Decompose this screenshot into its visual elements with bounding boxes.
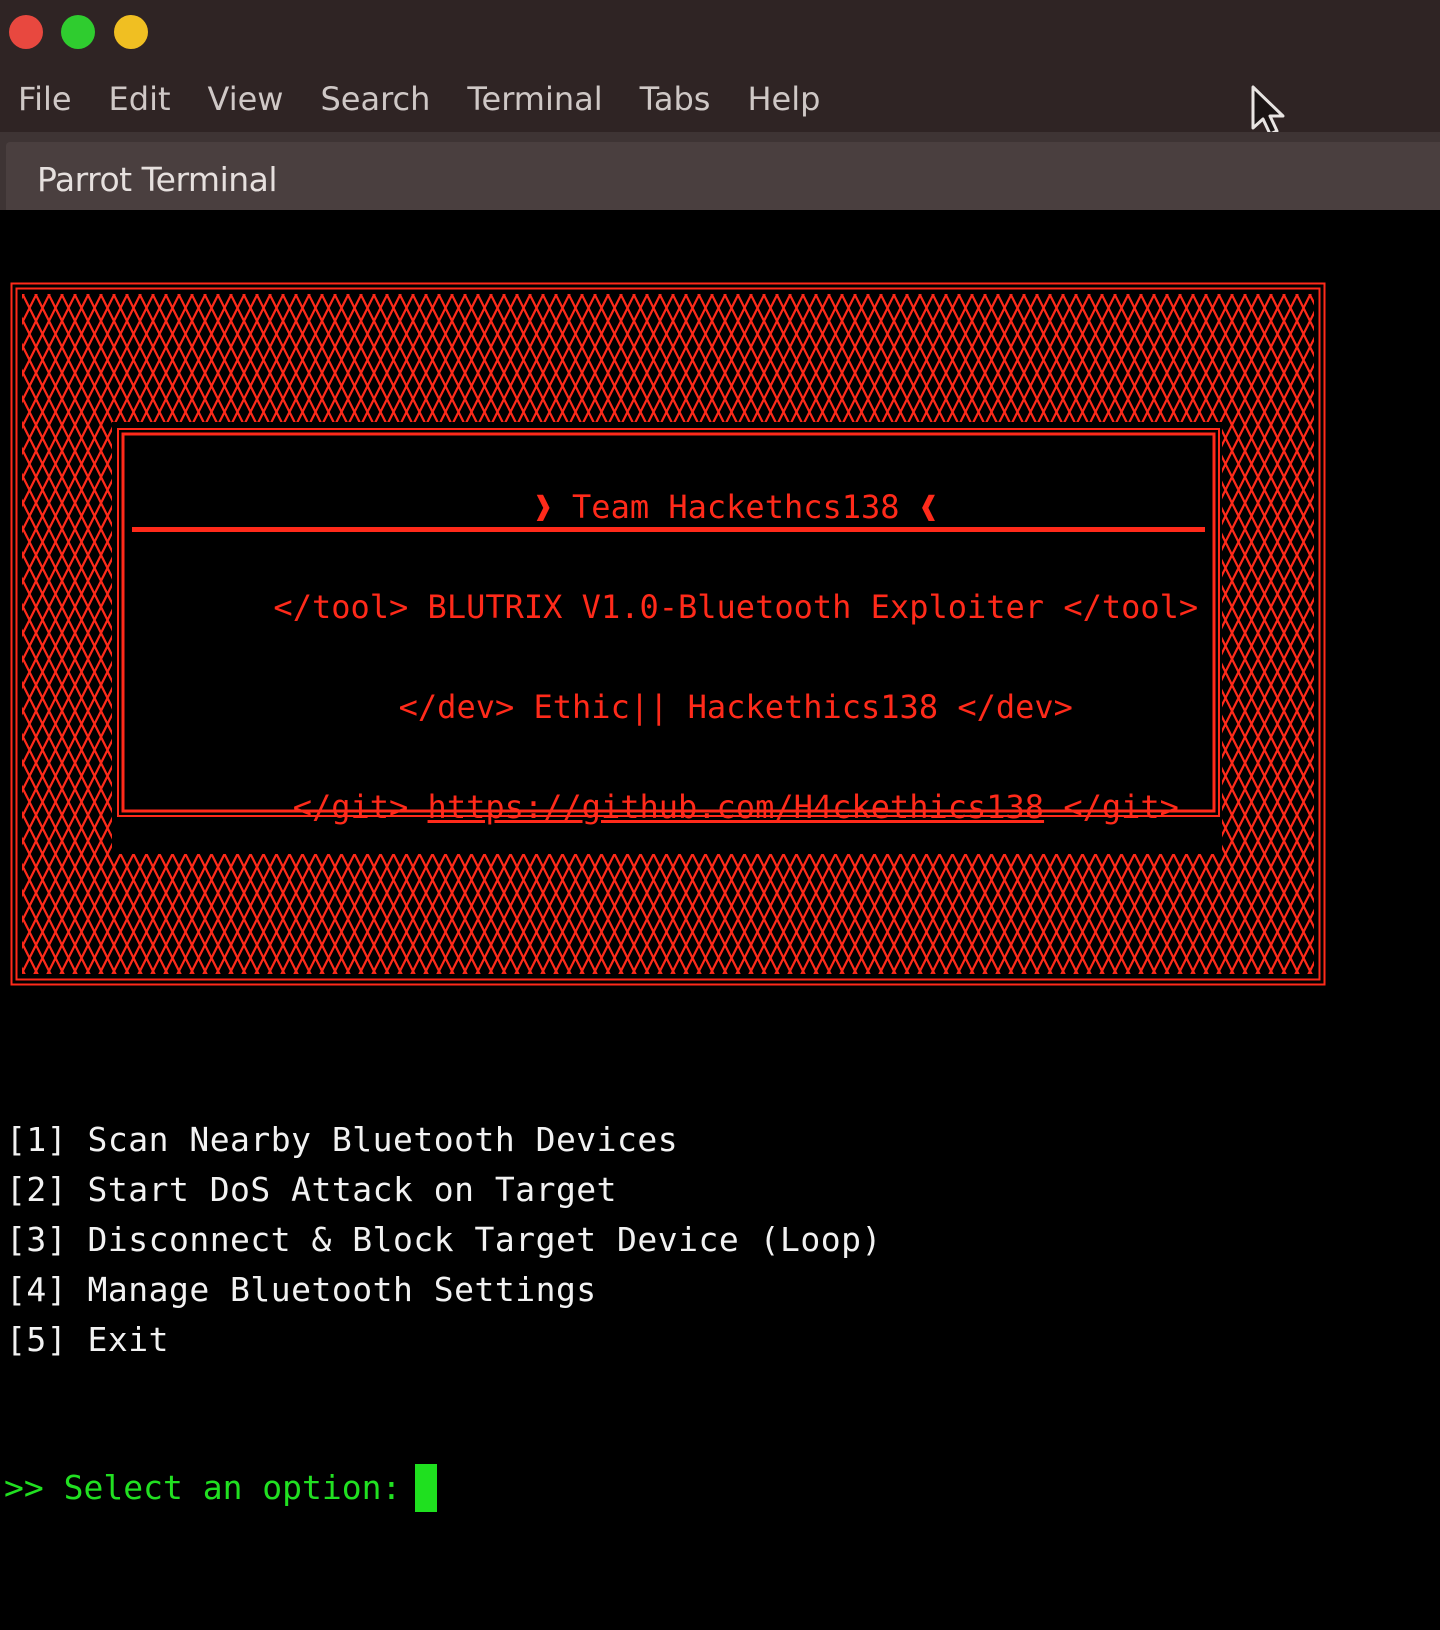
input-prompt[interactable]: >> Select an option: bbox=[4, 1463, 438, 1513]
menu-option-3: [3] Disconnect & Block Target Device (Lo… bbox=[6, 1215, 882, 1265]
github-link[interactable]: https://github.com/H4ckethics138 bbox=[428, 788, 1045, 826]
menu-help[interactable]: Help bbox=[747, 80, 820, 118]
menu-option-1: [1] Scan Nearby Bluetooth Devices bbox=[6, 1115, 882, 1165]
prompt-symbol: >> bbox=[4, 1468, 44, 1507]
option-label: Disconnect & Block Target Device (Loop) bbox=[87, 1220, 882, 1259]
option-menu: [1] Scan Nearby Bluetooth Devices [2] St… bbox=[6, 1115, 882, 1365]
dev-tag-open: </dev> bbox=[398, 688, 515, 726]
banner-tool-line: </tool> BLUTRIX V1.0-Bluetooth Exploiter… bbox=[130, 550, 1226, 664]
option-key: [5] bbox=[6, 1320, 68, 1359]
menu-option-5: [5] Exit bbox=[6, 1315, 882, 1365]
tool-tag-close: </tool> bbox=[1063, 588, 1199, 626]
minimize-window-icon[interactable] bbox=[114, 15, 148, 49]
tool-name: BLUTRIX V1.0-Bluetooth Exploiter bbox=[427, 588, 1045, 626]
git-tag-close: </git> bbox=[1063, 788, 1179, 826]
menu-tabs[interactable]: Tabs bbox=[640, 80, 711, 118]
option-label: Start DoS Attack on Target bbox=[87, 1170, 618, 1209]
git-tag-open: </git> bbox=[292, 788, 409, 826]
tool-tag-open: </tool> bbox=[273, 588, 409, 626]
close-window-icon[interactable] bbox=[9, 15, 43, 49]
option-key: [1] bbox=[6, 1120, 68, 1159]
option-label: Manage Bluetooth Settings bbox=[87, 1270, 597, 1309]
menu-option-4: [4] Manage Bluetooth Settings bbox=[6, 1265, 882, 1315]
option-label: Scan Nearby Bluetooth Devices bbox=[87, 1120, 679, 1159]
tab-parrot-terminal[interactable]: Parrot Terminal bbox=[6, 142, 1440, 210]
text-cursor bbox=[415, 1464, 438, 1512]
mouse-pointer-icon bbox=[1251, 85, 1285, 136]
menu-file[interactable]: File bbox=[18, 80, 72, 118]
banner-git-line: </git> https://github.com/H4ckethics138 … bbox=[130, 750, 1226, 864]
banner-team-line: ❱ Team Hackethcs138 ❰ bbox=[130, 450, 1226, 564]
option-key: [4] bbox=[6, 1270, 68, 1309]
menu-bar: File Edit View Search Terminal Tabs Help bbox=[0, 74, 839, 124]
menu-option-2: [2] Start DoS Attack on Target bbox=[6, 1165, 882, 1215]
team-name: ❱ Team Hackethcs138 ❰ bbox=[533, 488, 939, 526]
dev-name: Ethic|| Hackethics138 bbox=[533, 688, 939, 726]
terminal-output[interactable]: ❱ Team Hackethcs138 ❰ </tool> BLUTRIX V1… bbox=[0, 210, 1440, 1630]
menu-view[interactable]: View bbox=[208, 80, 284, 118]
option-key: [3] bbox=[6, 1220, 68, 1259]
tab-label: Parrot Terminal bbox=[37, 160, 278, 199]
menu-edit[interactable]: Edit bbox=[109, 80, 171, 118]
menu-search[interactable]: Search bbox=[320, 80, 430, 118]
menu-terminal[interactable]: Terminal bbox=[467, 80, 602, 118]
window-titlebar: File Edit View Search Terminal Tabs Help bbox=[0, 0, 1440, 136]
option-key: [2] bbox=[6, 1170, 68, 1209]
option-label: Exit bbox=[87, 1320, 169, 1359]
prompt-text: Select an option: bbox=[63, 1468, 402, 1507]
maximize-window-icon[interactable] bbox=[61, 15, 95, 49]
tab-bar: Parrot Terminal bbox=[0, 132, 1440, 210]
banner-box: ❱ Team Hackethcs138 ❰ </tool> BLUTRIX V1… bbox=[10, 282, 1326, 986]
dev-tag-close: </dev> bbox=[957, 688, 1073, 726]
banner-dev-line: </dev> Ethic|| Hackethics138 </dev> bbox=[130, 650, 1226, 764]
